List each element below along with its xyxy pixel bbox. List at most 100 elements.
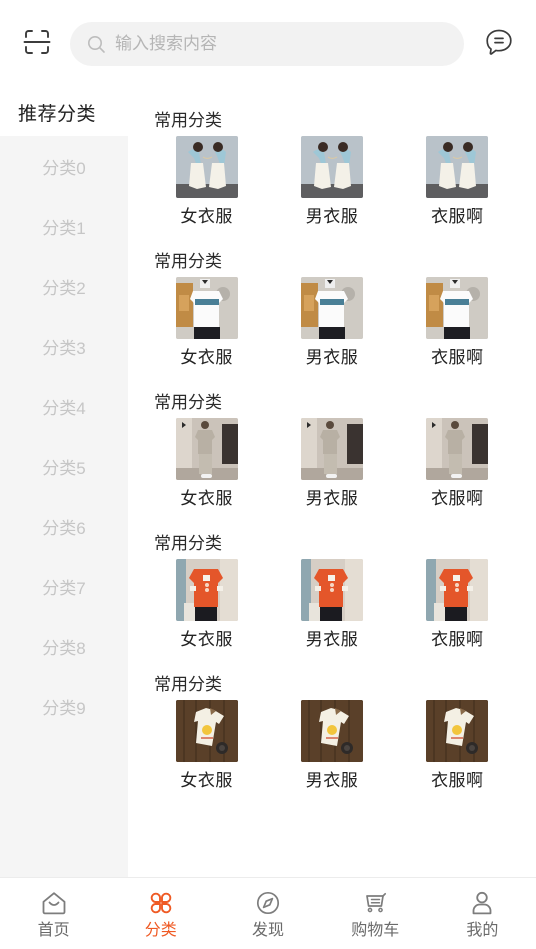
category-section: 常用分类 女衣服 男衣服 衣服啊 xyxy=(128,94,536,235)
product-cell[interactable]: 男衣服 xyxy=(269,700,394,791)
body-area: 推荐分类 分类0 分类1 分类2 分类3 分类4 分类5 分类6 分类7 分类8 分类9 常用分类… xyxy=(0,88,536,877)
product-thumbnail xyxy=(300,136,363,198)
sidebar-item-label: 分类7 xyxy=(42,578,86,598)
product-cell[interactable]: 女衣服 xyxy=(144,418,269,509)
product-label: 男衣服 xyxy=(305,630,359,649)
product-label: 男衣服 xyxy=(305,771,359,790)
tab-发现[interactable]: 发现 xyxy=(214,878,321,949)
tab-首页[interactable]: 首页 xyxy=(0,878,107,949)
tab-购物车[interactable]: 购物车 xyxy=(322,878,429,949)
search-icon xyxy=(86,34,106,54)
product-label: 衣服啊 xyxy=(431,771,484,790)
product-thumbnail xyxy=(175,700,238,762)
product-cell[interactable]: 衣服啊 xyxy=(395,559,520,650)
product-thumbnail xyxy=(175,136,238,198)
product-cell[interactable]: 衣服啊 xyxy=(395,418,520,509)
product-thumbnail xyxy=(426,700,489,762)
product-cell[interactable]: 衣服啊 xyxy=(395,277,520,368)
sidebar-item-label: 分类3 xyxy=(42,338,86,358)
product-label: 女衣服 xyxy=(180,489,233,508)
tab-我的[interactable]: 我的 xyxy=(429,878,536,949)
category-content: 常用分类 女衣服 男衣服 衣服啊 常用分类 女衣服 男衣服 衣服啊 常用分类 女… xyxy=(128,88,536,877)
product-cell[interactable]: 男衣服 xyxy=(269,559,394,650)
section-title: 常用分类 xyxy=(154,534,222,553)
compass-icon xyxy=(253,888,283,918)
product-grid: 女衣服 男衣服 衣服啊 xyxy=(128,277,536,376)
product-thumbnail xyxy=(426,559,489,621)
product-cell[interactable]: 男衣服 xyxy=(269,418,394,509)
user-profile-icon xyxy=(467,888,497,918)
product-label: 男衣服 xyxy=(305,348,359,367)
sidebar-item-1[interactable]: 分类1 xyxy=(0,196,128,256)
home-icon xyxy=(39,888,69,918)
product-grid: 女衣服 男衣服 衣服啊 xyxy=(128,418,536,517)
product-cell[interactable]: 男衣服 xyxy=(269,277,394,368)
sidebar-item-label: 分类6 xyxy=(42,518,86,538)
sidebar-item-label: 分类4 xyxy=(42,398,86,418)
message-button[interactable] xyxy=(476,21,522,67)
sidebar-item-label: 分类2 xyxy=(42,278,86,298)
product-cell[interactable]: 女衣服 xyxy=(144,700,269,791)
product-thumbnail xyxy=(426,136,489,198)
sidebar-item-7[interactable]: 分类7 xyxy=(0,556,128,616)
product-label: 女衣服 xyxy=(180,630,233,649)
sidebar-item-0[interactable]: 分类0 xyxy=(0,136,128,196)
category-section: 常用分类 女衣服 男衣服 衣服啊 xyxy=(128,658,536,799)
app-screen: 推荐分类 分类0 分类1 分类2 分类3 分类4 分类5 分类6 分类7 分类8 分类9 常用分类… xyxy=(0,0,536,949)
sidebar-item-label: 分类0 xyxy=(42,158,86,178)
sidebar-title: 推荐分类 xyxy=(0,88,128,136)
product-thumbnail xyxy=(300,277,363,339)
product-cell[interactable]: 女衣服 xyxy=(144,136,269,227)
sidebar-item-3[interactable]: 分类3 xyxy=(0,316,128,376)
scan-code-icon xyxy=(22,27,52,62)
category-section: 常用分类 女衣服 男衣服 衣服啊 xyxy=(128,376,536,517)
product-cell[interactable]: 女衣服 xyxy=(144,559,269,650)
tab-label: 分类 xyxy=(144,921,177,939)
sidebar-item-2[interactable]: 分类2 xyxy=(0,256,128,316)
sidebar-item-4[interactable]: 分类4 xyxy=(0,376,128,436)
sidebar-list[interactable]: 分类0 分类1 分类2 分类3 分类4 分类5 分类6 分类7 分类8 分类9 xyxy=(0,136,128,877)
section-title: 常用分类 xyxy=(154,393,222,412)
section-title: 常用分类 xyxy=(154,675,222,694)
product-grid: 女衣服 男衣服 衣服啊 xyxy=(128,559,536,658)
sidebar-item-8[interactable]: 分类8 xyxy=(0,616,128,676)
product-label: 女衣服 xyxy=(180,207,233,226)
product-label: 女衣服 xyxy=(180,348,233,367)
product-label: 男衣服 xyxy=(305,207,359,226)
tab-label: 首页 xyxy=(37,921,70,939)
search-bar[interactable] xyxy=(70,22,464,66)
sidebar-item-6[interactable]: 分类6 xyxy=(0,496,128,556)
product-thumbnail xyxy=(175,418,238,480)
bottom-tab-bar: 首页 分类 发现 购物车 我的 xyxy=(0,877,536,949)
tab-label: 购物车 xyxy=(351,921,400,939)
tab-label: 我的 xyxy=(466,921,499,939)
product-cell[interactable]: 女衣服 xyxy=(144,277,269,368)
tab-label: 发现 xyxy=(252,921,285,939)
product-label: 衣服啊 xyxy=(431,348,484,367)
search-input[interactable] xyxy=(115,34,448,54)
sidebar-item-label: 分类5 xyxy=(42,458,86,478)
sidebar-item-label: 分类8 xyxy=(42,638,86,658)
product-cell[interactable]: 衣服啊 xyxy=(395,700,520,791)
shopping-cart-icon xyxy=(360,888,390,918)
product-label: 衣服啊 xyxy=(431,489,484,508)
product-grid: 女衣服 男衣服 衣服啊 xyxy=(128,700,536,799)
product-thumbnail xyxy=(426,277,489,339)
product-thumbnail xyxy=(175,559,238,621)
product-thumbnail xyxy=(426,418,489,480)
product-cell[interactable]: 男衣服 xyxy=(269,136,394,227)
sidebar-item-9[interactable]: 分类9 xyxy=(0,676,128,736)
tab-分类[interactable]: 分类 xyxy=(107,878,214,949)
sidebar-item-label: 分类9 xyxy=(42,698,86,718)
category-section: 常用分类 女衣服 男衣服 衣服啊 xyxy=(128,517,536,658)
product-grid: 女衣服 男衣服 衣服啊 xyxy=(128,136,536,235)
sidebar-item-5[interactable]: 分类5 xyxy=(0,436,128,496)
category-section: 常用分类 女衣服 男衣服 衣服啊 xyxy=(128,235,536,376)
message-bubble-icon xyxy=(483,26,515,63)
section-title: 常用分类 xyxy=(154,111,222,130)
scan-code-button[interactable] xyxy=(14,21,60,67)
product-cell[interactable]: 衣服啊 xyxy=(395,136,520,227)
category-grid-icon xyxy=(146,888,176,918)
product-thumbnail xyxy=(300,559,363,621)
category-sidebar: 推荐分类 分类0 分类1 分类2 分类3 分类4 分类5 分类6 分类7 分类8 分类9 xyxy=(0,88,128,877)
